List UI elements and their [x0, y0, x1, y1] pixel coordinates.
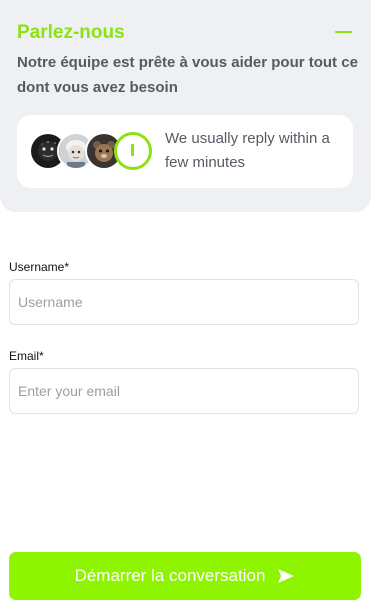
username-label: Username* [9, 260, 70, 274]
username-input[interactable] [9, 279, 359, 325]
agent-avatars [29, 132, 159, 170]
chat-header: Parlez-nous Notre équipe est prête à vou… [0, 0, 371, 212]
header-subtitle: Notre équipe est prête à vous aider pour… [17, 54, 358, 96]
clock-ring-icon [114, 132, 152, 170]
reply-time-text: We usually reply within a few minutes [165, 130, 330, 171]
minus-icon [335, 31, 352, 33]
chat-widget: Parlez-nous Notre équipe est prête à vou… [0, 0, 371, 615]
send-icon [278, 569, 295, 583]
start-conversation-button[interactable]: Démarrer la conversation [9, 552, 361, 600]
reply-time-card: We usually reply within a few minutes [17, 115, 353, 188]
start-conversation-label: Démarrer la conversation [74, 566, 266, 585]
email-label: Email* [9, 349, 44, 363]
collapse-button[interactable] [333, 21, 355, 43]
header-title: Parlez-nous [17, 22, 125, 43]
email-input[interactable] [9, 368, 359, 414]
